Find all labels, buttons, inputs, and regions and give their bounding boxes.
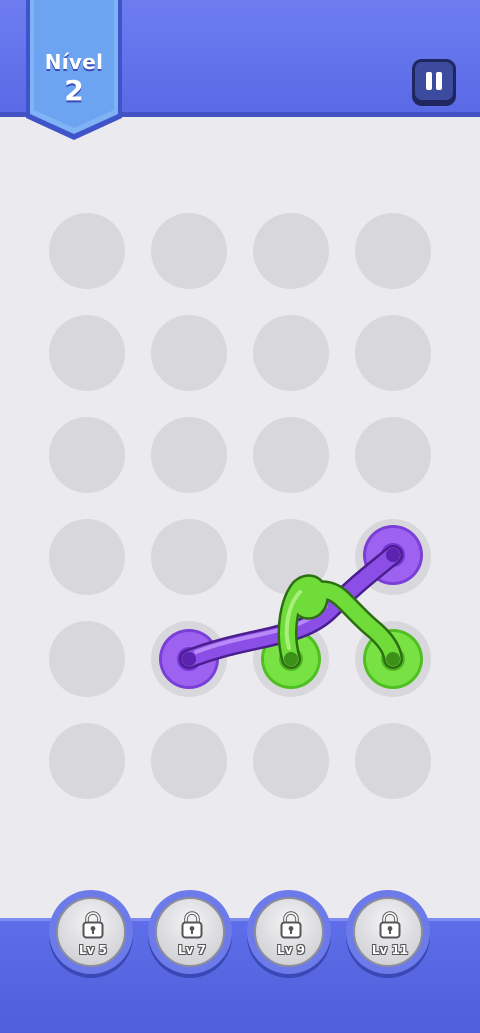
peg-hole[interactable] [49,519,125,595]
game-board[interactable] [0,0,480,1030]
peg-hole[interactable] [49,723,125,799]
locked-level-label: Lv 9 [277,943,305,957]
locked-level-label: Lv 7 [178,943,206,957]
peg-hole[interactable] [49,417,125,493]
peg-hole[interactable] [253,723,329,799]
peg-hole[interactable] [355,723,431,799]
purple-peg-right-hole [386,548,400,562]
locked-level-face: Lv 11 [353,897,423,967]
green-peg-right-hole [386,652,400,666]
lock-icon [379,911,401,943]
peg-grid [49,213,431,799]
locked-level-label: Lv 5 [79,943,107,957]
peg-hole[interactable] [151,519,227,595]
green-peg-left-hole [284,652,298,666]
lock-icon [181,911,203,943]
peg-hole[interactable] [151,213,227,289]
peg-hole[interactable] [49,621,125,697]
peg-hole[interactable] [151,417,227,493]
locked-level-face: Lv 7 [155,897,225,967]
locked-level-button[interactable]: Lv 5 [49,890,133,974]
locked-level-button[interactable]: Lv 9 [247,890,331,974]
purple-peg-left-hole [182,652,196,666]
locked-level-button[interactable]: Lv 7 [148,890,232,974]
lock-icon [82,911,104,943]
peg-hole[interactable] [355,417,431,493]
peg-hole[interactable] [49,315,125,391]
locked-level-button[interactable]: Lv 11 [346,890,430,974]
peg-hole[interactable] [151,723,227,799]
peg-hole[interactable] [355,315,431,391]
lock-icon [280,911,302,943]
peg-hole[interactable] [253,315,329,391]
peg-hole[interactable] [253,213,329,289]
peg-hole[interactable] [49,213,125,289]
peg-hole[interactable] [253,417,329,493]
locked-level-face: Lv 5 [56,897,126,967]
locked-level-face: Lv 9 [254,897,324,967]
locked-level-label: Lv 11 [371,943,409,957]
peg-hole[interactable] [151,315,227,391]
peg-hole[interactable] [355,213,431,289]
